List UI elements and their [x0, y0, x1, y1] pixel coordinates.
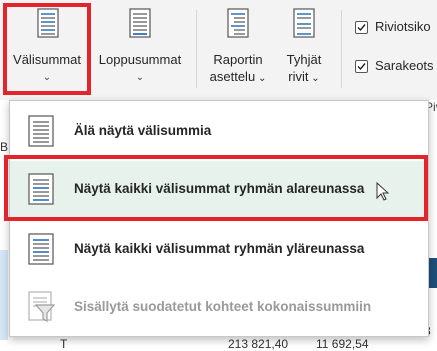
grand-totals-button[interactable]: Loppusummat ⌄: [92, 0, 188, 96]
menu-item-label: Sisällytä suodatetut kohteet kokonaissum…: [74, 299, 372, 314]
subtotals-dropdown-menu: Älä näytä välisummia Näytä kaikki välisu…: [4, 100, 429, 337]
row-highlight-strip: [0, 250, 8, 340]
subtotals-bottom-icon: [28, 173, 54, 210]
grand-totals-label: Loppusummat: [98, 52, 182, 67]
cell-value: 11 692,54: [316, 337, 369, 351]
column-headers-label: Sarakeots: [375, 58, 434, 73]
blank-rows-button[interactable]: Tyhjät rivit ⌄: [276, 0, 332, 96]
menu-item-label: Näytä kaikki välisummat ryhmän yläreunas…: [74, 241, 365, 256]
blank-rows-label-2: rivit ⌄: [276, 69, 332, 87]
chevron-down-icon: ⌄: [135, 72, 145, 83]
blank-rows-label-2-text: rivit: [288, 69, 309, 84]
grand-totals-icon: [129, 8, 151, 41]
report-layout-label-2-text: asettelu: [209, 69, 256, 84]
cell-value: 213 821,40: [228, 337, 289, 351]
report-layout-label-1: Raportin: [213, 52, 263, 67]
row-headers-checkbox[interactable]: [355, 21, 368, 34]
menu-item-subtotals-top[interactable]: Näytä kaikki välisummat ryhmän yläreunas…: [10, 221, 428, 279]
menu-item-include-filtered[interactable]: Sisällytä suodatetut kohteet kokonaissum…: [10, 279, 428, 337]
report-layout-label-2: asettelu ⌄: [202, 69, 274, 87]
report-layout-icon: [227, 8, 249, 41]
menu-item-no-subtotals[interactable]: Älä näytä välisummia: [10, 103, 428, 161]
chevron-down-icon: ⌄: [308, 73, 320, 84]
ribbon-separator: [341, 10, 342, 88]
menu-item-label: Näytä kaikki välisummat ryhmän alareunas…: [74, 181, 365, 196]
blank-rows-icon: [293, 8, 315, 41]
column-headers-checkbox[interactable]: [355, 60, 368, 73]
menu-item-label: Älä näytä välisummia: [74, 123, 212, 138]
row-headers-label: Riviotsiko: [375, 19, 431, 34]
subtotals-highlight: [3, 3, 91, 95]
chevron-down-icon: ⌄: [255, 73, 267, 84]
column-letter: B: [0, 140, 9, 154]
ribbon: Välisummat ⌄ Loppusummat ⌄ Raportin aset…: [0, 0, 437, 100]
menu-item-subtotals-bottom[interactable]: Näytä kaikki välisummat ryhmän alareunas…: [4, 155, 428, 221]
subtotals-top-icon: [28, 233, 54, 270]
no-subtotals-icon: [28, 115, 54, 152]
ribbon-separator: [196, 10, 197, 88]
report-layout-button[interactable]: Raportin asettelu ⌄: [202, 0, 274, 96]
mouse-cursor-icon: [376, 181, 390, 207]
blank-rows-label-1: Tyhjät: [286, 52, 322, 67]
filter-icon: [28, 291, 56, 328]
total-row: T 213 821,40 11 692,54: [0, 337, 437, 351]
cell-value: T: [60, 337, 68, 351]
